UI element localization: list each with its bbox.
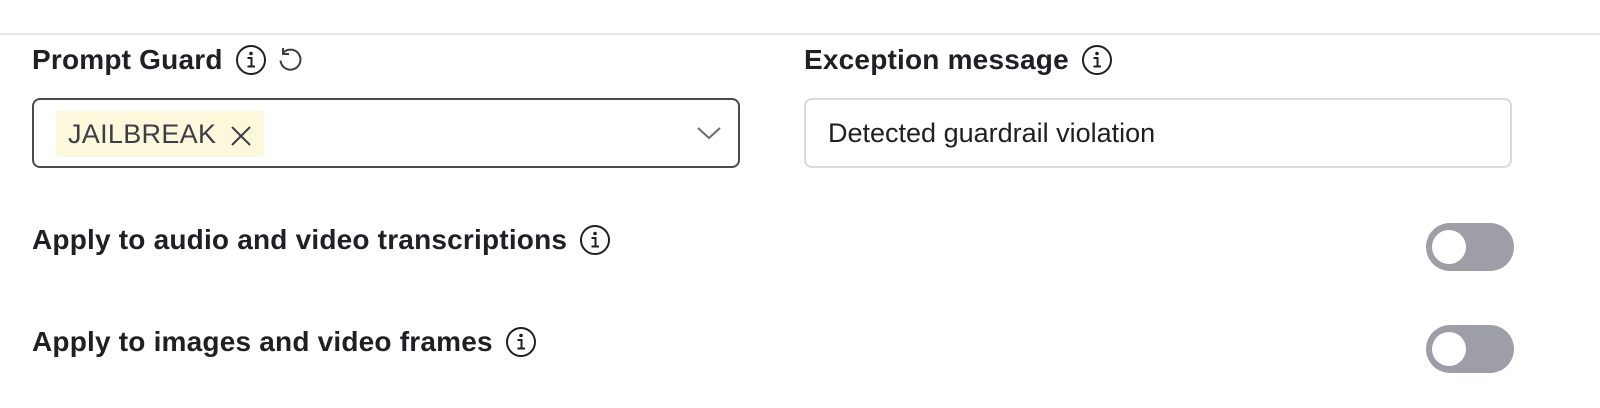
option-images-frames-row: Apply to images and video frames <box>32 322 537 362</box>
toggle-audio-video[interactable] <box>1426 223 1514 271</box>
tag-label: JAILBREAK <box>68 118 217 149</box>
info-icon[interactable] <box>505 326 537 358</box>
info-icon[interactable] <box>1081 44 1113 76</box>
exception-message-input[interactable] <box>804 98 1512 168</box>
top-divider <box>0 33 1600 35</box>
chevron-down-icon[interactable] <box>696 125 722 141</box>
selected-tag-chip: JAILBREAK <box>56 111 265 157</box>
toggle-knob <box>1432 332 1466 366</box>
prompt-guard-label: Prompt Guard <box>32 44 223 75</box>
info-icon[interactable] <box>235 44 267 76</box>
reset-icon[interactable] <box>275 45 305 75</box>
toggle-images-frames[interactable] <box>1426 325 1514 373</box>
exception-message-label-row: Exception message <box>804 40 1113 80</box>
prompt-guard-label-row: Prompt Guard <box>32 40 305 80</box>
option-images-frames-label: Apply to images and video frames <box>32 326 493 357</box>
option-audio-video-row: Apply to audio and video transcriptions <box>32 220 611 260</box>
toggle-knob <box>1432 230 1466 264</box>
info-icon[interactable] <box>579 224 611 256</box>
close-icon[interactable] <box>230 123 252 146</box>
option-audio-video-label: Apply to audio and video transcriptions <box>32 224 568 255</box>
prompt-guard-select[interactable]: JAILBREAK <box>32 98 740 168</box>
exception-message-label: Exception message <box>804 44 1069 75</box>
